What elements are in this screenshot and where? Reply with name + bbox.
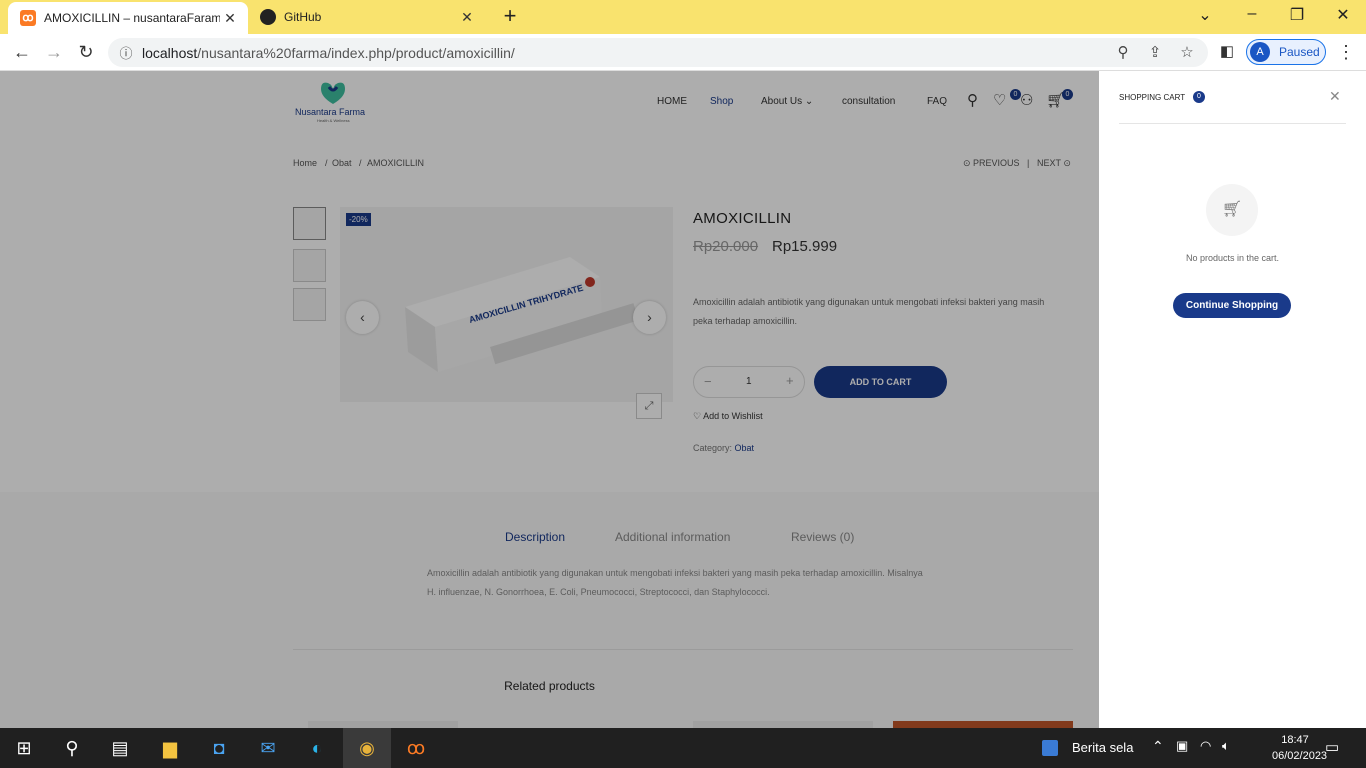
- cart-count-badge: 0: [1193, 91, 1205, 103]
- github-icon: [260, 9, 276, 25]
- avatar: A: [1250, 42, 1270, 62]
- url-text[interactable]: localhost/nusantara%20farma/index.php/pr…: [142, 45, 515, 61]
- info-icon[interactable]: ⓘ: [116, 43, 136, 62]
- bookmark-star-icon[interactable]: ☆: [1177, 43, 1197, 61]
- close-icon[interactable]: ✕: [1329, 88, 1341, 105]
- share-icon[interactable]: ⇪: [1145, 43, 1165, 61]
- zoom-icon[interactable]: ⚲: [1113, 43, 1133, 61]
- chevron-up-icon[interactable]: ⌃: [1152, 738, 1164, 755]
- clock-date: 06/02/2023: [1272, 750, 1328, 762]
- side-panel-icon[interactable]: ◧: [1215, 40, 1239, 64]
- clock[interactable]: 18:47 06/02/2023: [1272, 732, 1328, 764]
- news-widget-label[interactable]: Berita sela: [1072, 740, 1133, 755]
- news-icon[interactable]: [1042, 740, 1058, 756]
- task-view-icon[interactable]: ▤: [96, 728, 144, 768]
- drawer-backdrop[interactable]: [0, 71, 1099, 728]
- clock-time: 18:47: [1281, 734, 1309, 746]
- search-icon[interactable]: ⚲: [48, 728, 96, 768]
- menu-icon[interactable]: ⋮: [1334, 40, 1358, 64]
- web-page: Nusantara Farma Health & Wellness HOME S…: [0, 71, 1366, 728]
- wifi-icon[interactable]: ◠: [1200, 738, 1211, 754]
- empty-cart-icon: 🛒︎: [1206, 184, 1258, 236]
- continue-shopping-button[interactable]: Continue Shopping: [1173, 293, 1291, 318]
- close-icon[interactable]: ✕: [457, 9, 477, 26]
- omnibox[interactable]: ⓘ localhost/nusantara%20farma/index.php/…: [108, 38, 1208, 67]
- address-bar: ← → ↻ ⓘ localhost/nusantara%20farma/inde…: [0, 34, 1366, 71]
- close-icon[interactable]: ✕: [220, 10, 240, 27]
- tab-search-icon[interactable]: ⌄: [1193, 5, 1217, 25]
- tab-title: AMOXICILLIN – nusantaraFarama: [44, 11, 220, 25]
- close-window-icon[interactable]: ✕: [1331, 5, 1355, 25]
- cart-title: SHOPPING CART: [1119, 93, 1186, 102]
- windows-taskbar: ⊞ ⚲ ▤ ▆ ◘ ✉ ◐ ◉ ꝏ Berita sela ⌃ ▣ ◠ 🔈︎ 1…: [0, 728, 1366, 768]
- empty-cart-message: No products in the cart.: [1185, 253, 1280, 263]
- forward-icon[interactable]: →: [42, 40, 66, 64]
- restore-icon[interactable]: ❐: [1285, 5, 1309, 25]
- tab-github[interactable]: GitHub ✕: [250, 0, 485, 34]
- chrome-icon[interactable]: ◉: [343, 728, 391, 768]
- site-content: Nusantara Farma Health & Wellness HOME S…: [0, 71, 1099, 728]
- back-icon[interactable]: ←: [10, 40, 34, 64]
- new-tab-icon[interactable]: +: [500, 5, 520, 29]
- profile-status: Paused: [1279, 45, 1320, 59]
- tab-title: GitHub: [284, 10, 322, 24]
- mail-icon[interactable]: ✉: [244, 728, 292, 768]
- cart-drawer: SHOPPING CART 0 ✕ 🛒︎ No products in the …: [1099, 71, 1366, 728]
- tab-amoxicillin[interactable]: ꝏ AMOXICILLIN – nusantaraFarama ✕: [8, 2, 248, 34]
- camera-icon[interactable]: ▣: [1176, 738, 1188, 754]
- edge-icon[interactable]: ◐: [293, 728, 341, 768]
- minimize-icon[interactable]: –: [1240, 5, 1264, 23]
- store-icon[interactable]: ◘: [195, 728, 243, 768]
- windows-start-icon[interactable]: ⊞: [0, 728, 48, 768]
- divider: [1119, 123, 1346, 124]
- xampp-icon[interactable]: ꝏ: [392, 728, 440, 768]
- browser-tab-bar: ꝏ AMOXICILLIN – nusantaraFarama ✕ GitHub…: [0, 0, 1366, 34]
- reload-icon[interactable]: ↻: [74, 40, 98, 64]
- notification-icon[interactable]: ▭: [1325, 738, 1339, 756]
- volume-icon[interactable]: 🔈︎: [1222, 738, 1230, 754]
- profile-button[interactable]: A Paused: [1246, 39, 1326, 65]
- file-explorer-icon[interactable]: ▆: [146, 728, 194, 768]
- xampp-icon: ꝏ: [20, 10, 36, 26]
